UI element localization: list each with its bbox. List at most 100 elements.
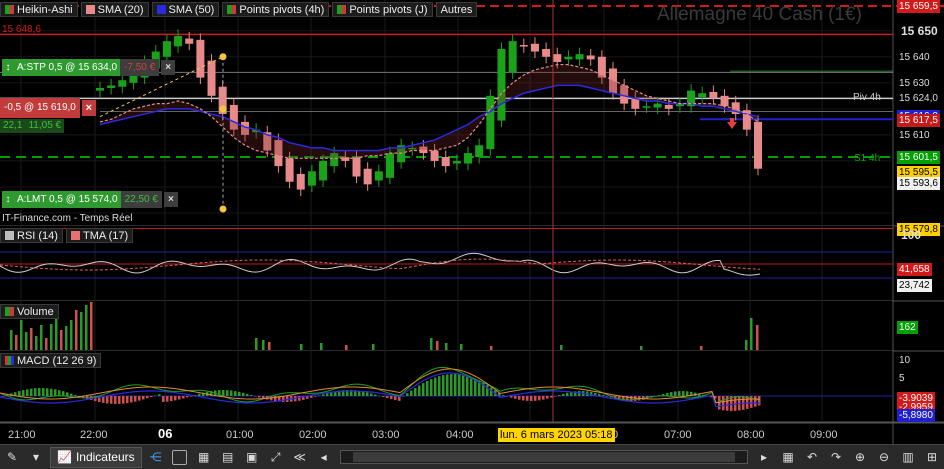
volume-bar xyxy=(25,332,28,350)
macd-histogram-bar xyxy=(158,394,161,396)
legend-macd[interactable]: MACD (12 26 9) xyxy=(0,353,102,368)
scroll-right-icon[interactable]: ▸ xyxy=(754,447,774,468)
undo-icon[interactable]: ↶ xyxy=(802,447,822,468)
limit-order-tag[interactable]: ↕ A:LMT 0,5 @ 15 574,0 22,50 € × xyxy=(2,191,178,208)
screenshot-icon[interactable]: ▣ xyxy=(242,447,262,468)
high-price-note: 15 648,6 xyxy=(2,24,41,35)
macd-histogram-bar xyxy=(530,396,533,401)
macd-histogram-bar xyxy=(62,391,65,396)
share-icon[interactable]: ⋲ xyxy=(146,447,166,468)
scrollbar-thumb[interactable] xyxy=(352,452,735,462)
candle-body xyxy=(653,103,662,108)
chart-settings-icon[interactable]: ▦ xyxy=(778,447,798,468)
macd-histogram-bar xyxy=(410,390,413,396)
legend-pivots-4h[interactable]: Points pivots (4h) xyxy=(222,2,330,17)
close-icon[interactable]: × xyxy=(163,192,178,207)
macd-histogram-bar xyxy=(242,392,245,396)
macd-histogram-bar xyxy=(442,375,445,396)
time-label: 21:00 xyxy=(8,429,36,441)
close-icon[interactable]: × xyxy=(81,100,96,116)
macd-histogram-bar xyxy=(254,396,257,397)
candle-body xyxy=(720,95,729,107)
legend-volume[interactable]: Volume xyxy=(0,304,59,319)
zoom-out-icon[interactable]: ⊖ xyxy=(874,447,894,468)
fullscreen-icon[interactable]: ⤢ xyxy=(266,447,286,468)
volume-bar xyxy=(300,344,303,350)
legend-rsi[interactable]: RSI (14) xyxy=(0,228,63,243)
volume-legend: Volume xyxy=(0,304,59,319)
macd-histogram-bar xyxy=(274,396,277,402)
macd-histogram-bar xyxy=(566,392,569,396)
volume-bar xyxy=(50,324,53,350)
macd-histogram-bar xyxy=(370,393,373,396)
time-label: 08:00 xyxy=(737,429,765,441)
legend-tma[interactable]: TMA (17) xyxy=(65,228,134,243)
candle-body xyxy=(519,45,528,47)
candle-body xyxy=(162,41,171,57)
candle-body xyxy=(319,160,328,181)
legend-label: MACD (12 26 9) xyxy=(17,354,97,367)
pivot-icon xyxy=(337,5,347,14)
macd-histogram-bar xyxy=(142,396,145,400)
candle-body xyxy=(107,85,116,89)
macd-histogram-bar xyxy=(686,391,689,396)
time-label: 03:00 xyxy=(372,429,400,441)
close-icon[interactable]: × xyxy=(161,60,176,75)
macd-histogram-bar xyxy=(2,396,5,397)
legend-label: SMA (50) xyxy=(168,3,215,16)
limit-order-pnl: 22,50 € xyxy=(120,191,162,208)
pencil-icon[interactable]: ✎ xyxy=(2,447,22,468)
position-tag[interactable]: -0,5 @ 15 619,0 × xyxy=(0,98,96,118)
volume-bar xyxy=(60,330,63,350)
pivot-icon xyxy=(227,5,237,14)
legend-sma-20[interactable]: SMA (20) xyxy=(80,2,149,17)
layout-icon[interactable]: ▥ xyxy=(898,447,918,468)
scroll-start-icon[interactable]: ≪ xyxy=(290,447,310,468)
macd-histogram-bar xyxy=(454,374,457,396)
grid-icon[interactable]: ⊞ xyxy=(922,447,942,468)
macd-histogram-bar xyxy=(162,396,165,402)
stop-order-label: A:STP 0,5 @ 15 634,0 xyxy=(14,59,121,76)
template-icon[interactable]: ▤ xyxy=(218,447,238,468)
volume-bar xyxy=(700,346,703,350)
calendar-icon[interactable]: ▦ xyxy=(194,447,214,468)
macd-histogram-bar xyxy=(602,395,605,396)
indicators-button[interactable]: 📈 Indicateurs xyxy=(50,446,142,468)
zoom-in-icon[interactable]: ⊕ xyxy=(850,447,870,468)
macd-histogram-bar xyxy=(538,396,541,401)
legend-heikin-ashi[interactable]: Heikin-Ashi xyxy=(0,2,78,17)
candle-body xyxy=(486,95,495,150)
volume-bar xyxy=(745,340,748,350)
drag-handle-icon[interactable]: ↕ xyxy=(2,59,14,76)
macd-histogram-bar xyxy=(258,396,261,398)
stop-order-pnl: -7,50 € xyxy=(120,59,160,76)
macd-histogram-bar xyxy=(122,396,125,404)
legend-label: RSI (14) xyxy=(17,229,58,242)
macd-histogram-bar xyxy=(146,396,149,399)
legend-sma-50[interactable]: SMA (50) xyxy=(151,2,220,17)
time-scrollbar[interactable] xyxy=(339,450,748,464)
macd-histogram-bar xyxy=(450,374,453,396)
macd-histogram-bar xyxy=(514,396,517,399)
legend-autres[interactable]: Autres xyxy=(435,2,478,17)
rsi-value-1: 41,658 xyxy=(897,263,932,276)
window-icon[interactable] xyxy=(170,447,190,468)
volume-bar xyxy=(560,345,563,350)
volume-bar xyxy=(20,320,23,350)
s1-4h-label: S1 4h xyxy=(854,153,881,164)
stop-order-tag[interactable]: ↕ A:STP 0,5 @ 15 634,0 -7,50 € × xyxy=(2,59,176,76)
volume-bar xyxy=(35,336,38,350)
volume-bar xyxy=(430,338,433,350)
feed-source: IT-Finance.com - Temps Réel xyxy=(2,213,133,224)
dropdown-arrow-icon[interactable]: ▾ xyxy=(26,447,46,468)
instrument-watermark: Allemagne 40 Cash (1€) xyxy=(657,4,862,25)
price-label: 15 624,0 xyxy=(899,93,938,105)
drag-handle-icon[interactable]: ↕ xyxy=(2,191,14,208)
macd-histogram-bar xyxy=(674,391,677,396)
scroll-left-icon[interactable]: ◂ xyxy=(314,447,334,468)
position-label: -0,5 @ 15 619,0 xyxy=(0,98,80,118)
redo-icon[interactable]: ↷ xyxy=(826,447,846,468)
legend-pivots-j[interactable]: Points pivots (J) xyxy=(332,2,433,17)
macd-histogram-bar xyxy=(250,395,253,396)
macd-histogram-bar xyxy=(110,396,113,404)
